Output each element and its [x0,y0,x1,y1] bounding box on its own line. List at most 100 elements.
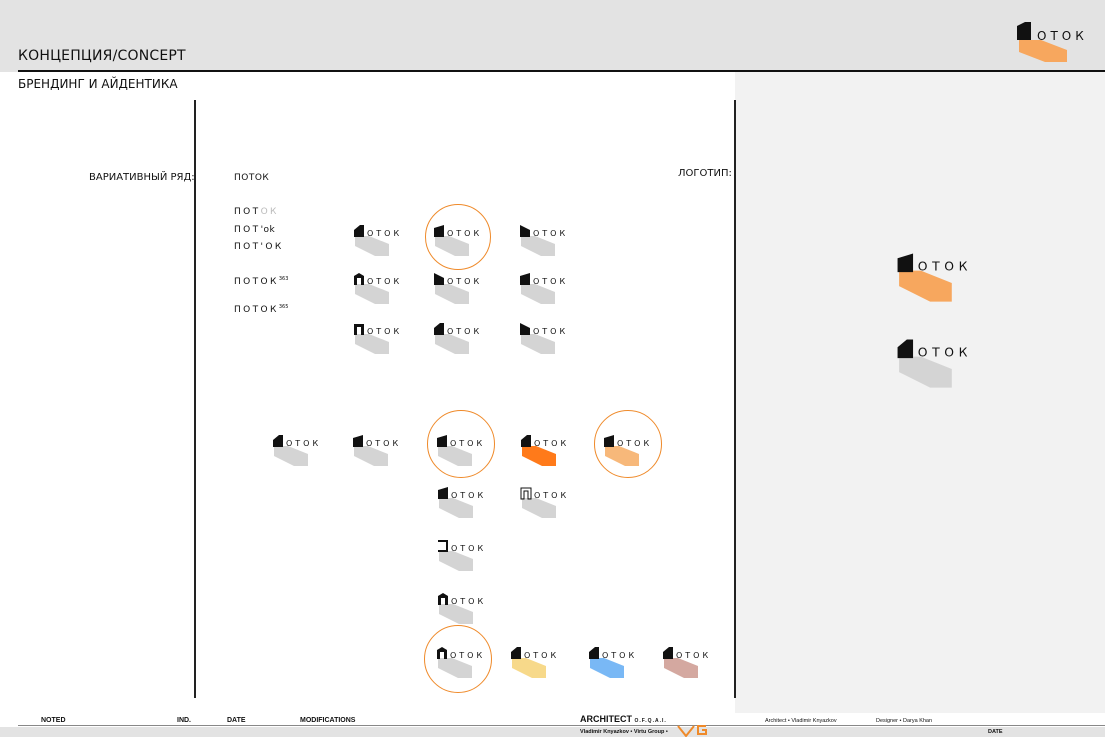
logo-word: ОТОК [524,651,559,660]
logo-variant: ОТОК [521,435,569,466]
footer-date: DATE [227,717,246,724]
logo-word: ОТОК [450,651,485,660]
logotype-panel [735,72,1105,727]
logo-word: ОТОК [534,491,569,500]
logo-variant: ОТОК [438,487,483,518]
logo-word: ОТОК [447,229,482,238]
logo-variant: ОТОК [354,225,399,256]
variant-text-2: ПОТОК [234,207,279,217]
logo-mark [354,324,364,335]
logo-word: ОТОК [367,277,402,286]
logo-shadow [435,284,469,304]
footer-ind: IND. [177,717,191,724]
footer-names: Vladimir Knyazkov • Virtu Group • [580,729,668,735]
logo-shadow [521,236,555,256]
logo-variant: ОТОК [273,435,321,466]
footer-designer-credit: Designer • Darya Khan [876,718,933,724]
logo-mark [438,487,448,499]
logo-shadow [439,551,473,571]
logo-variant: ОТОК [520,487,569,518]
logo-shadow [354,446,388,466]
logo-mark [663,647,673,659]
logo-shadow [899,356,952,388]
variative-label: ВАРИАТИВНЫЙ РЯД: [89,172,195,183]
logo-mark [273,435,283,447]
footer-architect-credit: Architect • Vladimir Knyazkov [765,718,837,724]
logo-mark [353,435,363,447]
logo-word: ОТОК [447,277,482,286]
logo-word: ОТОК [617,439,652,448]
logo-shadow [439,604,473,624]
logo-variant: ОТОК [438,540,486,571]
logo-word: ОТОК [451,597,486,606]
logotype-label: ЛОГОТИП: [678,168,732,179]
footer-noted: NOTED [41,717,66,724]
logo-variant: ОТОК [604,435,652,466]
page-title: КОНЦЕПЦИЯ/CONCEPT [18,48,186,64]
logo-mark [438,593,448,605]
logo-word: ОТОК [918,345,972,360]
logo-mark [511,647,521,659]
page-subtitle: БРЕНДИНГ И АЙДЕНТИКА [18,77,178,91]
logo-mark [437,435,447,447]
logo-variant: ОТОК [897,253,972,302]
virtu-group-logo [677,725,707,737]
logo-variant: ОТОК [589,647,637,678]
logo-variant: ОТОК [511,647,559,678]
logo-mark [897,339,914,359]
logo-shadow [274,446,308,466]
logo-shadow [439,498,473,518]
variant-text-1: ПОТОК [234,173,270,183]
logo-shadow [590,658,624,678]
svg-text:ОТОК: ОТОК [1037,29,1088,43]
logo-shadow [521,284,555,304]
footer-date-right: DATE [988,729,1003,735]
logo-variant: ОТОК [354,273,402,304]
logo-variant: ОТОК [434,225,482,256]
logo-mark [520,225,530,237]
logo-shadow [522,498,556,518]
logo-word: ОТОК [533,327,568,336]
logo-mark [520,323,530,335]
logo-variant: ОТОК [520,273,565,304]
logo-shadow [355,284,389,304]
variant-text-4: ПОТ'ОК [234,242,284,252]
logo-shadow [435,334,469,354]
logo-mark [437,647,447,659]
logo-mark [589,647,599,659]
variant-text-6: ПОТОК365 [234,304,289,315]
logo-variant: ОТОК [438,593,486,624]
logo-shadow [512,658,546,678]
logo-word: ОТОК [534,439,569,448]
logo-shadow [664,658,698,678]
logo-shadow [899,270,952,302]
logo-variant: ОТОК [434,323,479,354]
title-block-band [0,727,1105,737]
logo-variant: ОТОК [437,435,482,466]
divider-left [194,100,196,698]
divider-right [734,100,736,698]
logo-word: ОТОК [602,651,637,660]
logo-word: ОТОК [367,327,402,336]
logo-variant: ОТОК [354,324,402,354]
logo-variant: ОТОК [663,647,711,678]
logo-mark [897,253,914,273]
logo-shadow [355,334,389,354]
logo-mark [434,225,444,237]
variant-text-3: ПОТ'ok [234,225,276,235]
logo-word: ОТОК [286,439,321,448]
logo-shadow [435,236,469,256]
title-block-rule [18,725,1105,726]
logo-word: ОТОК [676,651,711,660]
variant-text-5: ПОТОК363 [234,276,289,287]
logo-word: ОТОК [451,544,486,553]
logo-mark [604,435,614,447]
corner-logo: ОТОК [1017,22,1088,62]
logo-mark [434,273,444,285]
logo-variant: ОТОК [434,273,482,304]
logo-word: ОТОК [918,259,972,274]
logo-shadow [521,334,555,354]
footer-architect: ARCHITECT O.F.Q.A.I. [580,714,667,724]
logo-variant: ОТОК [520,323,568,354]
logo-variant: ОТОК [520,225,565,256]
